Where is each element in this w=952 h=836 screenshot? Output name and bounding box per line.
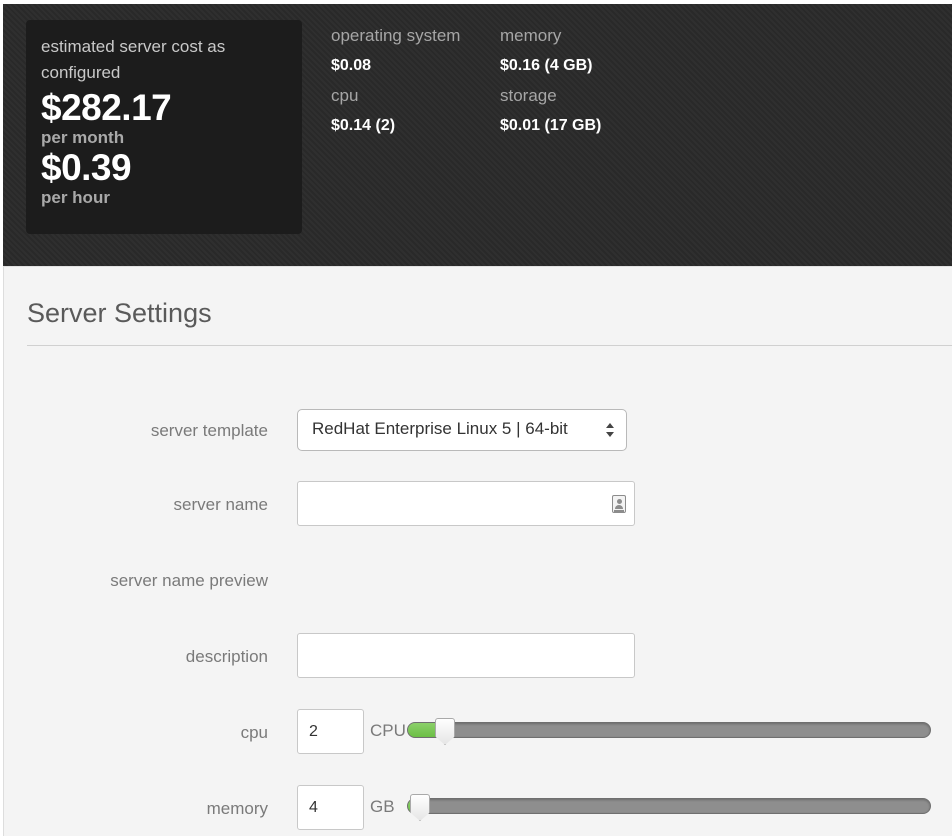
breakdown-column-1: operating system $0.08 cpu $0.14 (2)	[331, 26, 460, 136]
cpu-cost-label: cpu	[331, 86, 359, 105]
storage-cost-value: $0.01 (17 GB)	[500, 117, 602, 134]
memory-slider-handle[interactable]	[410, 794, 430, 821]
up-down-arrows-icon	[605, 421, 615, 439]
memory-cost-value: $0.16 (4 GB)	[500, 57, 593, 74]
hourly-unit: per hour	[41, 188, 110, 207]
server-settings-panel: Server Settings server template RedHat E…	[3, 266, 952, 836]
server-template-label: server template	[150, 421, 268, 440]
monthly-unit: per month	[41, 128, 125, 147]
server-name-preview-label: server name preview	[110, 571, 268, 590]
server-name-input[interactable]	[297, 481, 635, 526]
server-name-label: server name	[173, 495, 268, 514]
cpu-input[interactable]: 2	[297, 709, 364, 754]
memory-input[interactable]: 4	[297, 785, 364, 830]
page-title: Server Settings	[27, 298, 212, 328]
hourly-cost: $0.39	[41, 147, 132, 188]
os-cost-label: operating system	[331, 26, 461, 45]
description-label: description	[185, 647, 268, 666]
cpu-slider[interactable]	[407, 718, 931, 745]
monthly-cost: $282.17	[41, 87, 172, 128]
server-template-select[interactable]: RedHat Enterprise Linux 5 | 64-bit	[297, 409, 627, 451]
server-template-value: RedHat Enterprise Linux 5 | 64-bit	[312, 419, 568, 438]
cpu-slider-handle[interactable]	[435, 718, 455, 745]
title-divider	[27, 345, 952, 346]
storage-cost-label: storage	[500, 86, 557, 105]
memory-unit-label: GB	[370, 797, 395, 816]
breakdown-column-2: memory $0.16 (4 GB) storage $0.01 (17 GB…	[500, 26, 601, 136]
memory-slider[interactable]	[407, 794, 931, 821]
cost-header: estimated server cost as configured $282…	[3, 4, 952, 266]
description-input[interactable]	[297, 633, 635, 678]
cost-summary: estimated server cost as configured $282…	[26, 20, 302, 234]
memory-label: memory	[206, 799, 268, 818]
cost-caption: estimated server cost as configured	[41, 37, 226, 82]
contact-card-icon[interactable]	[612, 495, 626, 513]
cpu-unit-label: CPU	[370, 721, 406, 740]
os-cost-value: $0.08	[331, 57, 372, 74]
memory-cost-label: memory	[500, 26, 562, 45]
cpu-cost-value: $0.14 (2)	[331, 117, 396, 134]
cpu-label: cpu	[240, 723, 268, 742]
